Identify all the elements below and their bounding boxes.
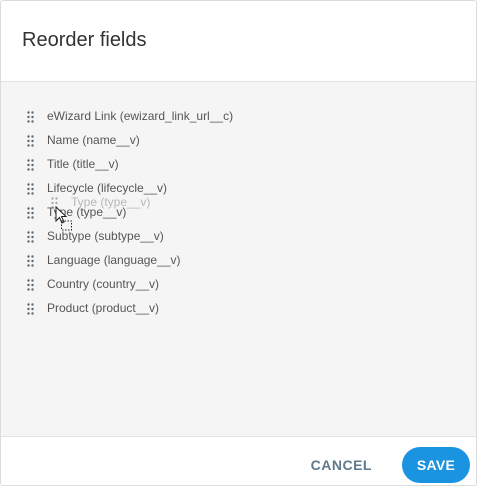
drag-handle-icon[interactable] (27, 207, 34, 219)
drag-ghost-label: Type (type__v) (71, 195, 151, 209)
field-row-product[interactable]: Product (product__v) (1, 297, 476, 321)
dialog-footer: CANCEL SAVE (1, 436, 476, 485)
drag-handle-icon[interactable] (27, 159, 34, 171)
field-label: Name (name__v) (47, 133, 140, 147)
field-row-country[interactable]: Country (country__v) (1, 273, 476, 297)
field-label: Language (language__v) (47, 253, 181, 267)
drag-handle-icon[interactable] (27, 231, 34, 243)
drag-cursor-icon (55, 206, 72, 231)
drag-handle-icon[interactable] (27, 303, 34, 315)
save-button[interactable]: SAVE (402, 447, 470, 483)
field-row-name[interactable]: Name (name__v) (1, 129, 476, 153)
field-row-title[interactable]: Title (title__v) (1, 153, 476, 177)
drag-handle-icon[interactable] (27, 255, 34, 267)
cancel-button[interactable]: CANCEL (307, 449, 376, 481)
drag-handle-icon[interactable] (27, 183, 34, 195)
drag-handle-icon[interactable] (27, 279, 34, 291)
field-label: Lifecycle (lifecycle__v) (47, 181, 168, 195)
drag-handle-icon[interactable] (27, 111, 34, 123)
field-row-language[interactable]: Language (language__v) (1, 249, 476, 273)
field-label: Country (country__v) (47, 277, 160, 291)
field-label: Title (title__v) (47, 157, 119, 171)
field-label: Product (product__v) (47, 301, 160, 315)
field-row-ewizard-link[interactable]: eWizard Link (ewizard_link_url__c) (1, 105, 476, 129)
dialog-header: Reorder fields (1, 1, 476, 82)
drag-handle-icon[interactable] (27, 135, 34, 147)
reorder-fields-dialog: Reorder fields eWizard Link (ewizard_lin… (0, 0, 477, 486)
field-label: eWizard Link (ewizard_link_url__c) (47, 109, 234, 123)
dialog-title: Reorder fields (22, 29, 147, 51)
